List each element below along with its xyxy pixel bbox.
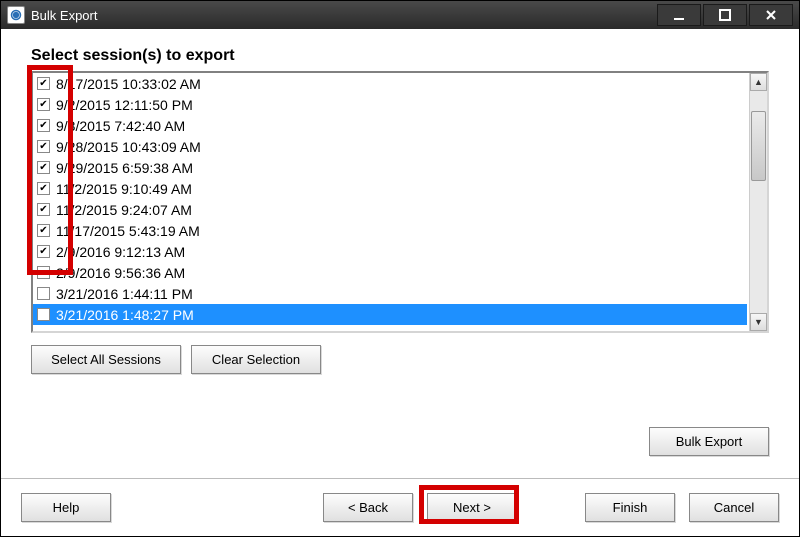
session-list[interactable]: 8/17/2015 10:33:02 AM 9/2/2015 12:11:50 P… [31, 71, 769, 333]
session-label: 11/2/2015 9:24:07 AM [56, 202, 192, 218]
session-label: 9/3/2015 7:42:40 AM [56, 118, 185, 134]
session-row[interactable]: 9/3/2015 7:42:40 AM [33, 115, 747, 136]
close-button[interactable] [749, 4, 793, 26]
session-label: 9/29/2015 6:59:38 AM [56, 160, 193, 176]
session-checkbox[interactable] [37, 224, 50, 237]
session-row[interactable]: 8/17/2015 10:33:02 AM [33, 73, 747, 94]
bulk-export-button[interactable]: Bulk Export [649, 427, 769, 456]
wizard-footer: Help < Back Next > Finish Cancel [1, 478, 799, 536]
session-label: 11/17/2015 5:43:19 AM [56, 223, 200, 239]
session-row[interactable]: 2/9/2016 9:56:36 AM [33, 262, 747, 283]
session-checkbox[interactable] [37, 182, 50, 195]
session-row[interactable]: 3/21/2016 1:48:27 PM [33, 304, 747, 325]
scroll-down-arrow[interactable]: ▼ [750, 313, 767, 331]
session-row[interactable]: 9/29/2015 6:59:38 AM [33, 157, 747, 178]
session-label: 8/17/2015 10:33:02 AM [56, 76, 201, 92]
minimize-button[interactable] [657, 4, 701, 26]
finish-button[interactable]: Finish [585, 493, 675, 522]
footer-wrap: Help < Back Next > Finish Cancel [1, 478, 799, 536]
next-button[interactable]: Next > [427, 493, 517, 522]
help-button[interactable]: Help [21, 493, 111, 522]
session-checkbox[interactable] [37, 245, 50, 258]
app-icon [7, 6, 25, 24]
scrollbar[interactable]: ▲ ▼ [749, 73, 767, 331]
session-row[interactable]: 2/9/2016 9:12:13 AM [33, 241, 747, 262]
session-row[interactable]: 11/2/2015 9:24:07 AM [33, 199, 747, 220]
clear-selection-button[interactable]: Clear Selection [191, 345, 321, 374]
session-checkbox[interactable] [37, 308, 50, 321]
close-icon [765, 9, 777, 21]
session-checkbox[interactable] [37, 98, 50, 111]
window-controls [655, 4, 793, 26]
session-row[interactable]: 9/28/2015 10:43:09 AM [33, 136, 747, 157]
prompt-label: Select session(s) to export [31, 47, 769, 65]
session-label: 9/28/2015 10:43:09 AM [56, 139, 201, 155]
session-label: 3/21/2016 1:44:11 PM [56, 286, 193, 302]
session-checkbox[interactable] [37, 161, 50, 174]
minimize-icon [673, 9, 685, 21]
scroll-up-arrow[interactable]: ▲ [750, 73, 767, 91]
window-title: Bulk Export [31, 8, 649, 23]
scroll-thumb[interactable] [751, 111, 766, 181]
session-row[interactable]: 9/2/2015 12:11:50 PM [33, 94, 747, 115]
session-checkbox[interactable] [37, 203, 50, 216]
cancel-button[interactable]: Cancel [689, 493, 779, 522]
session-checkbox[interactable] [37, 119, 50, 132]
session-label: 2/9/2016 9:56:36 AM [56, 265, 185, 281]
session-row[interactable]: 11/17/2015 5:43:19 AM [33, 220, 747, 241]
list-action-buttons: Select All Sessions Clear Selection [31, 345, 769, 374]
scroll-track[interactable] [750, 91, 767, 313]
session-row[interactable]: 11/2/2015 9:10:49 AM [33, 178, 747, 199]
session-label: 11/2/2015 9:10:49 AM [56, 181, 192, 197]
session-row[interactable]: 3/21/2016 1:44:11 PM [33, 283, 747, 304]
maximize-button[interactable] [703, 4, 747, 26]
session-label: 9/2/2015 12:11:50 PM [56, 97, 193, 113]
select-all-sessions-button[interactable]: Select All Sessions [31, 345, 181, 374]
back-button[interactable]: < Back [323, 493, 413, 522]
content-area: Select session(s) to export 8/17/2015 10… [1, 29, 799, 478]
maximize-icon [719, 9, 731, 21]
session-checkbox[interactable] [37, 140, 50, 153]
session-checkbox[interactable] [37, 266, 50, 279]
session-label: 3/21/2016 1:48:27 PM [56, 307, 194, 323]
session-checkbox[interactable] [37, 77, 50, 90]
session-checkbox[interactable] [37, 287, 50, 300]
bulk-export-window: Bulk Export Select session(s) to export … [0, 0, 800, 537]
titlebar: Bulk Export [1, 1, 799, 29]
session-label: 2/9/2016 9:12:13 AM [56, 244, 185, 260]
